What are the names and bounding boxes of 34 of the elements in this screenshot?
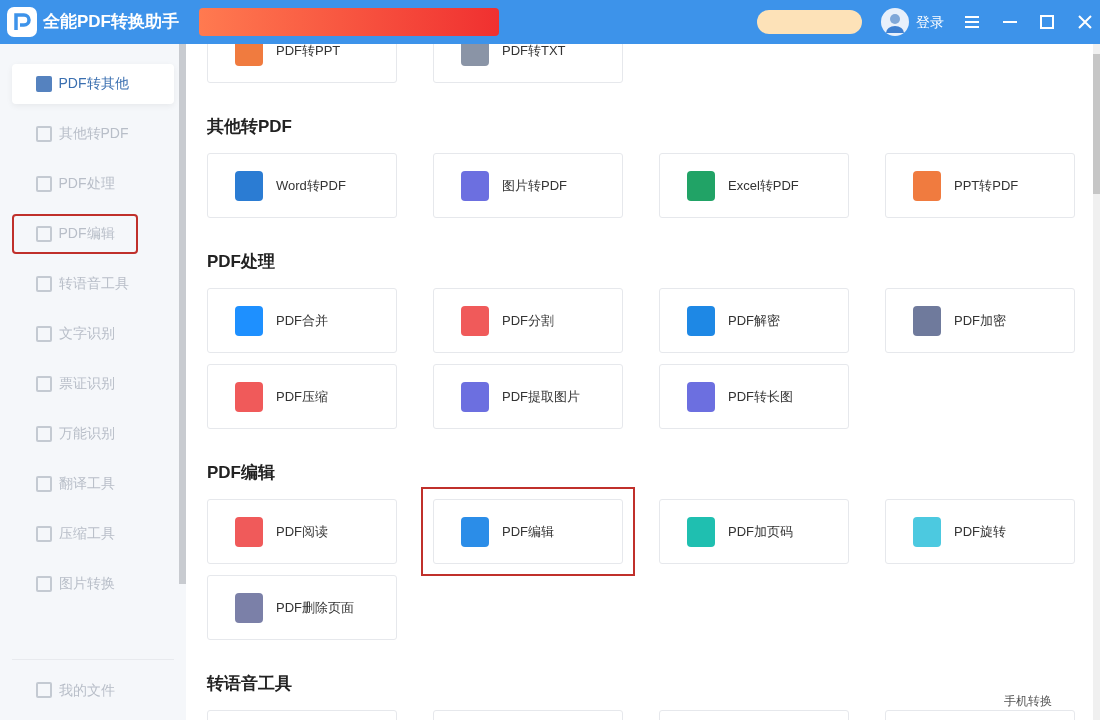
tool-card[interactable]: PDF分割 xyxy=(433,288,623,353)
tool-card[interactable]: Word转PDF xyxy=(207,153,397,218)
close-icon[interactable] xyxy=(1075,13,1094,31)
tool-card[interactable]: PDF转长图 xyxy=(659,364,849,429)
scrollbar-thumb[interactable] xyxy=(1093,54,1100,194)
tool-card[interactable]: Excel转PDF xyxy=(659,153,849,218)
tool-card[interactable]: PDF转PPT xyxy=(207,44,397,83)
tool-card[interactable]: PDF合并 xyxy=(207,288,397,353)
tool-card[interactable]: PDF压缩 xyxy=(207,364,397,429)
tool-card[interactable]: PDF旋转 xyxy=(885,499,1075,564)
tool-card[interactable]: PDF提取图片 xyxy=(433,364,623,429)
maximize-icon[interactable] xyxy=(1038,13,1056,31)
section-title: 转语音工具 xyxy=(207,673,293,693)
tool-card[interactable]: PDF编辑 xyxy=(433,499,623,564)
tool-card[interactable]: PDF解密 xyxy=(659,288,849,353)
banner-placeholder[interactable] xyxy=(198,8,499,36)
tool-card[interactable]: PDF加密 xyxy=(885,288,1075,353)
mobile-convert-link[interactable]: 手机转换 xyxy=(1004,692,1052,710)
app-title: 全能PDF转换助手 xyxy=(43,11,179,34)
tool-card[interactable]: 图片转PDF xyxy=(433,153,623,218)
scrollbar-thumb[interactable] xyxy=(179,44,186,584)
avatar-icon[interactable] xyxy=(881,8,909,36)
tool-card[interactable]: PDF加页码 xyxy=(659,499,849,564)
tool-card[interactable]: PDF阅读 xyxy=(207,499,397,564)
tool-card[interactable]: PPT转PDF xyxy=(885,153,1075,218)
promo-placeholder[interactable] xyxy=(756,10,862,34)
sidebar-item[interactable]: PDF转其他 xyxy=(12,63,174,104)
section-title: PDF处理 xyxy=(207,251,276,271)
section-title: PDF编辑 xyxy=(207,462,276,482)
menu-icon[interactable] xyxy=(963,13,981,31)
tool-card[interactable]: PDF删除页面 xyxy=(207,575,397,640)
app-logo-icon xyxy=(6,7,37,37)
section-title: 其他转PDF xyxy=(207,116,293,136)
tool-card[interactable]: PDF转TXT xyxy=(433,44,623,83)
